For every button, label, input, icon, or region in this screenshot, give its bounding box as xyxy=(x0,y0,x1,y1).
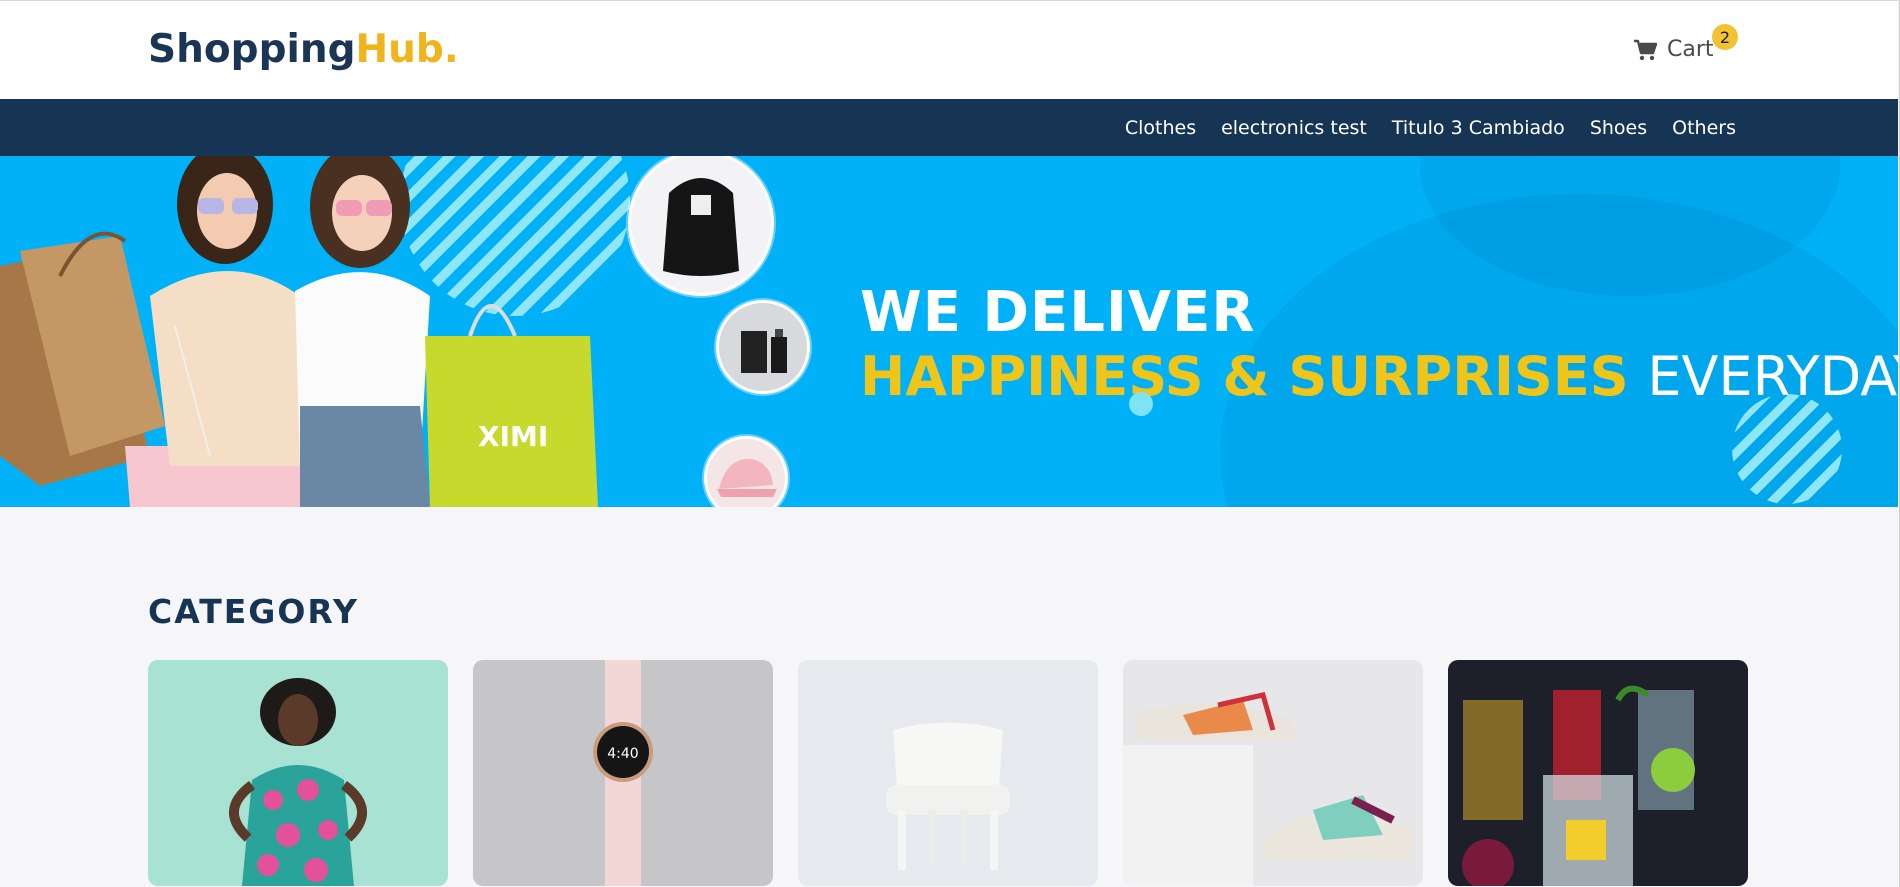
svg-text:4:40: 4:40 xyxy=(607,746,638,762)
sneakers-image xyxy=(1123,660,1423,886)
cap-icon xyxy=(707,439,785,507)
category-card-shoes[interactable] xyxy=(1123,660,1423,886)
woman-in-dress-image xyxy=(148,660,448,886)
armchair-image xyxy=(798,660,1098,886)
nav-item-titulo-3[interactable]: Titulo 3 Cambiado xyxy=(1392,117,1565,139)
cart-label: Cart xyxy=(1667,37,1714,62)
category-card-clothes[interactable] xyxy=(148,660,448,886)
cap-product-bubble xyxy=(704,436,788,507)
backpack-icon xyxy=(631,156,771,293)
banner-headline-line2: HAPPINESS & SURPRISES EVERYDAY xyxy=(860,347,1898,407)
perfume-product-bubble xyxy=(716,300,810,394)
smartwatch-image: 4:40 xyxy=(473,660,773,886)
category-card-furniture[interactable] xyxy=(798,660,1098,886)
shopping-cart-icon xyxy=(1634,39,1657,60)
logo-text-hub: Hub. xyxy=(355,27,459,72)
nav-item-others[interactable]: Others xyxy=(1672,117,1736,139)
category-card-electronics[interactable]: 4:40 xyxy=(473,660,773,886)
page: ShoppingHub. Cart 2 Clothes electronics … xyxy=(0,0,1900,887)
cocktail-drinks-image xyxy=(1448,660,1748,886)
backpack-product-bubble xyxy=(628,156,774,296)
decorative-dot xyxy=(1129,392,1153,416)
main-navigation: Clothes electronics test Titulo 3 Cambia… xyxy=(0,99,1898,156)
category-card-others[interactable] xyxy=(1448,660,1748,886)
banner-headline: WE DELIVER HAPPINESS & SURPRISES EVERYDA… xyxy=(860,283,1898,407)
banner-highlight-text: HAPPINESS & SURPRISES xyxy=(860,345,1629,408)
bag-brand-text: XIMI xyxy=(478,420,548,453)
nav-item-electronics[interactable]: electronics test xyxy=(1221,117,1367,139)
cart-count-badge: 2 xyxy=(1712,24,1738,50)
logo-text-shopping: Shopping xyxy=(148,27,356,72)
hero-banner[interactable]: XIMI WE DELIVER HAPPINESS & SURPRISES EV… xyxy=(0,156,1898,507)
site-header: ShoppingHub. Cart 2 xyxy=(0,0,1898,99)
site-logo[interactable]: ShoppingHub. xyxy=(148,27,459,72)
category-card-list: 4:40 xyxy=(148,660,1748,886)
banner-headline-line1: WE DELIVER xyxy=(860,280,1256,345)
banner-everyday-text: EVERYDAY xyxy=(1647,345,1898,408)
cart-button[interactable]: Cart xyxy=(1633,37,1714,62)
nav-item-clothes[interactable]: Clothes xyxy=(1125,117,1196,139)
category-heading: CATEGORY xyxy=(148,592,359,631)
women-shopping-image: XIMI xyxy=(0,156,598,507)
striped-circle-decoration xyxy=(1732,394,1842,504)
nav-list: Clothes electronics test Titulo 3 Cambia… xyxy=(1125,99,1736,156)
perfume-icon xyxy=(719,303,807,391)
nav-item-shoes[interactable]: Shoes xyxy=(1590,117,1647,139)
